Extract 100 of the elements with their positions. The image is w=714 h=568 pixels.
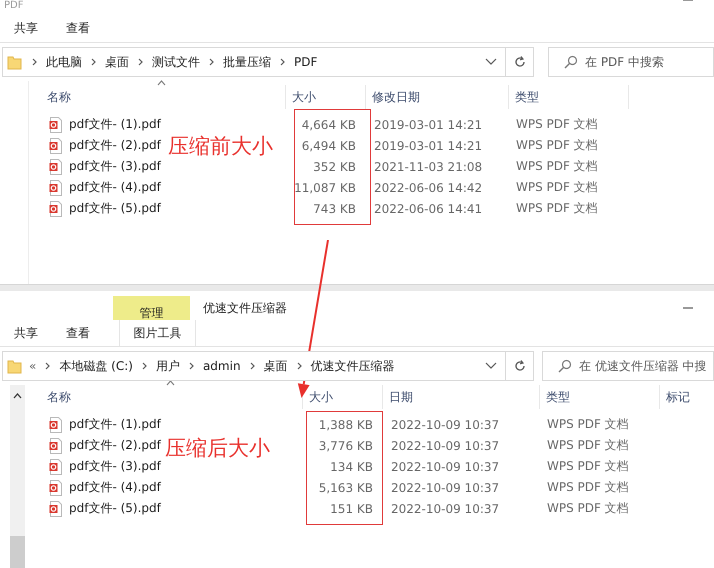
file-type: WPS PDF 文档 [546, 416, 630, 433]
column-header[interactable]: 类型 [515, 88, 539, 106]
pdf-file-icon [49, 458, 62, 474]
window-title: 优速文件压缩器 [202, 300, 287, 317]
column-header[interactable]: 名称 [47, 88, 71, 106]
scrollbar[interactable] [10, 385, 25, 568]
chevron-right-icon [279, 57, 286, 67]
file-type: WPS PDF 文档 [515, 137, 599, 154]
file-type: WPS PDF 文档 [515, 158, 599, 175]
file-date: 2022-10-09 10:37 [390, 480, 500, 494]
breadcrumb-overflow[interactable]: « [29, 359, 36, 373]
file-date: 2022-10-09 10:37 [390, 460, 500, 474]
refresh-icon [512, 359, 526, 373]
pdf-file-icon [49, 438, 62, 454]
search-field[interactable]: 在 优速文件压缩器 中搜 [542, 351, 714, 381]
pdf-file-icon [49, 500, 62, 516]
scrollbar-thumb[interactable] [10, 536, 25, 568]
file-name[interactable]: pdf文件- (2).pdf [69, 137, 161, 154]
breadcrumb-item[interactable]: admin [202, 359, 241, 373]
column-header[interactable]: 标记 [666, 388, 690, 406]
file-date: 2022-10-09 10:37 [390, 502, 500, 516]
chevron-right-icon [31, 57, 38, 67]
file-size: 3,776 KB [318, 438, 374, 452]
scroll-up-icon [13, 393, 22, 399]
annotation-label: 压缩后大小 [165, 435, 270, 462]
refresh-button[interactable] [506, 47, 534, 77]
file-name[interactable]: pdf文件- (1).pdf [69, 416, 161, 433]
breadcrumb-item[interactable]: 优速文件压缩器 [310, 358, 395, 374]
column-header[interactable]: 修改日期 [372, 88, 420, 106]
chevron-right-icon [44, 361, 52, 371]
file-name[interactable]: pdf文件- (3).pdf [69, 158, 161, 175]
pdf-file-icon [49, 200, 62, 216]
breadcrumb-item[interactable]: 本地磁盘 (C:) [59, 358, 133, 374]
pdf-file-icon [49, 416, 62, 432]
column-header[interactable]: 类型 [546, 388, 570, 406]
sort-caret-icon [166, 380, 175, 386]
file-type: WPS PDF 文档 [515, 200, 599, 217]
search-icon [558, 359, 572, 373]
pdf-file-icon [49, 116, 62, 132]
refresh-icon [512, 55, 526, 69]
file-date: 2022-10-09 10:37 [390, 418, 500, 432]
ribbon-tab[interactable]: 查看 [58, 320, 110, 346]
context-tab-group: 管理 [113, 296, 190, 320]
column-header[interactable]: 日期 [389, 388, 413, 406]
sort-caret-icon [157, 80, 166, 86]
file-date: 2022-10-09 10:37 [390, 438, 500, 452]
file-name[interactable]: pdf文件- (1).pdf [69, 116, 161, 133]
window-title: PDF [3, 0, 24, 12]
breadcrumb-item[interactable]: 桌面 [264, 358, 288, 374]
file-size: 11,087 KB [293, 180, 357, 194]
folder-icon [7, 54, 23, 70]
file-size: 134 KB [329, 460, 374, 474]
ribbon-tab[interactable]: 共享 [6, 320, 58, 346]
chevron-down-icon [485, 362, 497, 370]
file-size: 5,163 KB [318, 480, 374, 494]
file-name[interactable]: pdf文件- (3).pdf [69, 458, 161, 475]
breadcrumb-item[interactable]: PDF [294, 55, 318, 69]
chevron-right-icon [140, 361, 148, 371]
ribbon-tab[interactable]: 共享 [6, 14, 58, 42]
address-bar[interactable]: « 本地磁盘 (C:) 用户 admin 桌面 优速文件压缩器 [2, 351, 506, 381]
search-field[interactable]: 在 PDF 中搜索 [548, 47, 714, 77]
file-size: 151 KB [329, 502, 374, 516]
file-type: WPS PDF 文档 [546, 437, 630, 454]
file-name[interactable]: pdf文件- (4).pdf [69, 179, 161, 196]
file-name[interactable]: pdf文件- (5).pdf [69, 500, 161, 517]
file-name[interactable]: pdf文件- (4).pdf [69, 479, 161, 496]
column-header[interactable]: 大小 [309, 388, 333, 406]
annotation-label: 压缩前大小 [168, 133, 273, 160]
file-date: 2022-06-06 14:41 [373, 202, 484, 216]
refresh-button[interactable] [506, 351, 534, 381]
pdf-file-icon [49, 138, 62, 154]
file-date: 2022-06-06 14:42 [373, 180, 484, 194]
column-header[interactable]: 名称 [47, 388, 71, 406]
file-date: 2019-03-01 14:21 [373, 138, 484, 152]
file-date: 2021-11-03 21:08 [373, 160, 484, 174]
file-name[interactable]: pdf文件- (2).pdf [69, 437, 161, 454]
ribbon-tab[interactable]: 查看 [58, 14, 110, 42]
chevron-right-icon [208, 57, 215, 67]
file-type: WPS PDF 文档 [546, 458, 630, 475]
breadcrumb-item[interactable]: 批量压缩 [223, 54, 271, 70]
breadcrumb-item[interactable]: 测试文件 [152, 54, 200, 70]
file-type: WPS PDF 文档 [515, 116, 599, 133]
breadcrumb-item[interactable]: 此电脑 [46, 54, 82, 70]
address-bar[interactable]: 此电脑 桌面 测试文件 批量压缩 PDF [2, 47, 506, 77]
chevron-right-icon [296, 361, 303, 371]
file-name[interactable]: pdf文件- (5).pdf [69, 200, 161, 217]
chevron-right-icon [248, 361, 256, 371]
chevron-down-icon [485, 58, 497, 66]
file-date: 2019-03-01 14:21 [373, 118, 484, 132]
file-type: WPS PDF 文档 [546, 479, 630, 496]
column-header[interactable]: 大小 [292, 88, 316, 106]
file-size: 743 KB [312, 202, 357, 216]
file-size: 4,664 KB [300, 118, 357, 132]
pdf-file-icon [49, 158, 62, 174]
file-size: 1,388 KB [318, 418, 374, 432]
file-size: 6,494 KB [300, 138, 357, 152]
file-type: WPS PDF 文档 [546, 500, 630, 517]
breadcrumb-item[interactable]: 用户 [156, 358, 180, 374]
file-type: WPS PDF 文档 [515, 179, 599, 196]
breadcrumb-item[interactable]: 桌面 [105, 54, 129, 70]
